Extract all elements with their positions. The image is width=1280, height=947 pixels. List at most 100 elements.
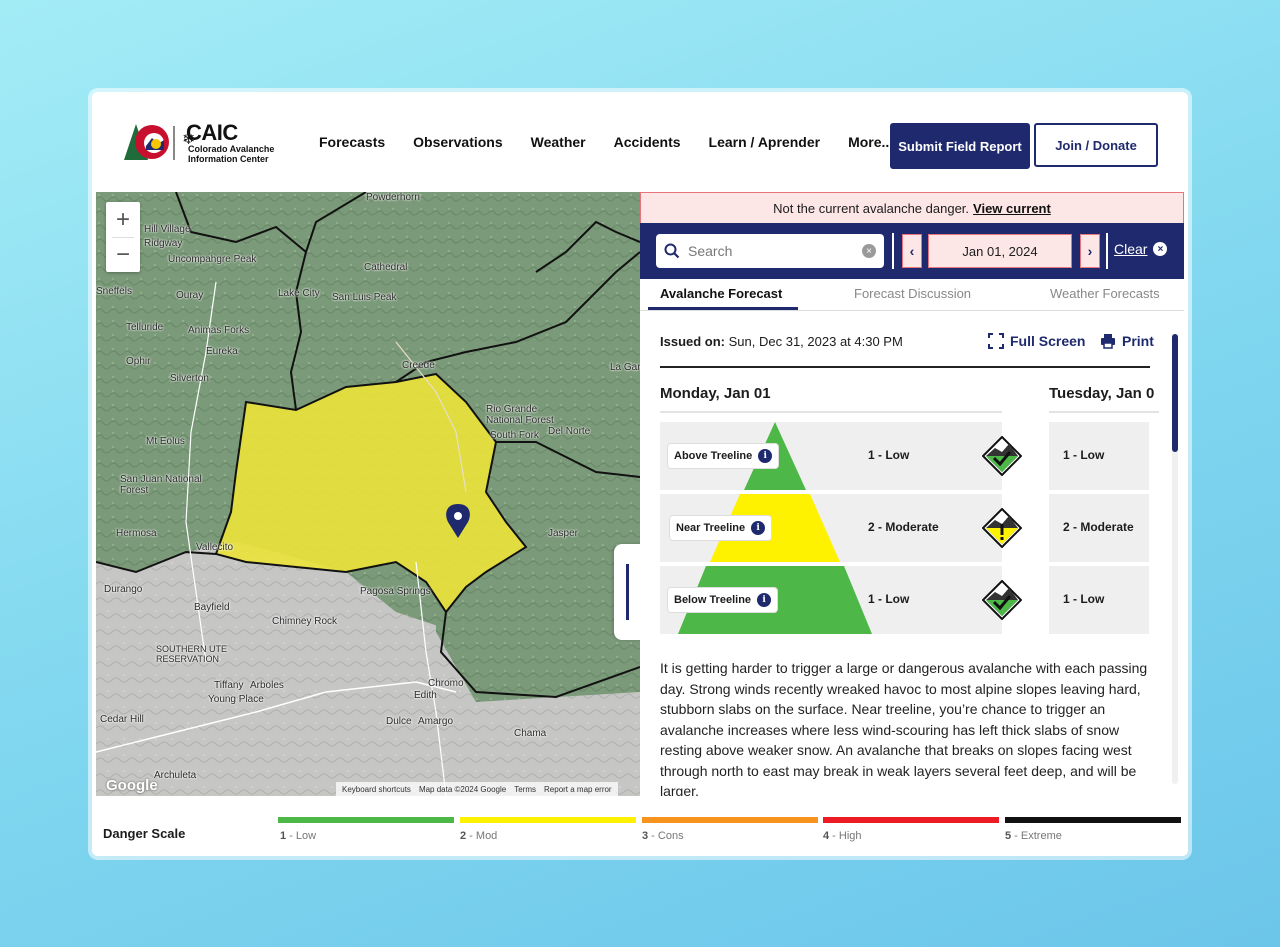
divider <box>660 411 1002 413</box>
tab-forecast-discussion[interactable]: Forecast Discussion <box>854 286 971 301</box>
map-label: Cedar Hill <box>100 714 144 725</box>
issued-value: Sun, Dec 31, 2023 at 4:30 PM <box>728 334 903 349</box>
map-label: Mt Eolus <box>146 436 185 447</box>
map-label: Cathedral <box>364 262 408 273</box>
map-label: Chimney Rock <box>272 616 338 627</box>
site-header: ❄ CAIC Colorado Avalanche Information Ce… <box>92 92 1188 192</box>
map-label: Powderhorn <box>366 192 420 203</box>
map-label: Rio Grande National Forest <box>486 404 554 426</box>
map-label: Sneffels <box>96 286 132 297</box>
nav-accidents[interactable]: Accidents <box>614 134 681 150</box>
forecast-map[interactable]: Powderhorn Ridgway Uncompahgre Peak Cath… <box>96 192 640 796</box>
search-input[interactable]: Search × <box>656 234 884 268</box>
app-frame: ❄ CAIC Colorado Avalanche Information Ce… <box>92 92 1188 856</box>
tab-weather-forecasts[interactable]: Weather Forecasts <box>1050 286 1160 301</box>
fullscreen-icon <box>988 333 1004 349</box>
scale-bar-considerable <box>642 817 818 823</box>
map-label: Animas Forks <box>188 325 250 336</box>
nav-forecasts[interactable]: Forecasts <box>319 134 385 150</box>
map-label: Tiffany <box>214 680 244 691</box>
brand-name: CAIC <box>186 120 238 145</box>
prev-date-button[interactable]: ‹ <box>902 234 922 268</box>
rating-day2-above: 1 - Low <box>1063 448 1105 462</box>
info-icon[interactable]: i <box>757 593 772 607</box>
scale-label-moderate: 2 - Mod <box>460 830 498 842</box>
full-screen-button[interactable]: Full Screen <box>988 333 1085 349</box>
scale-bar-moderate <box>460 817 636 823</box>
google-logo: Google <box>106 777 158 794</box>
map-label: Durango <box>104 584 143 595</box>
terms-link[interactable]: Terms <box>514 785 536 794</box>
active-tab-indicator <box>648 307 798 310</box>
map-zoom-control: + − <box>106 202 140 272</box>
map-label: Eureka <box>206 346 238 357</box>
date-picker[interactable]: Jan 01, 2024 <box>928 234 1072 268</box>
rating-day1-above: 1 - Low <box>868 448 910 462</box>
map-label: Chromo <box>428 678 464 689</box>
map-label: Hill Village <box>144 224 191 235</box>
elevation-text: Near Treeline <box>676 522 746 534</box>
clear-date-button[interactable]: Clear × <box>1114 241 1168 257</box>
elevation-label-above-treeline: Above Treeline i <box>668 444 779 468</box>
info-icon[interactable]: i <box>758 449 773 463</box>
map-label: Bayfield <box>194 602 230 613</box>
map-label: Edith <box>414 690 437 701</box>
day1-heading: Monday, Jan 01 <box>660 385 771 402</box>
print-button[interactable]: Print <box>1100 333 1154 349</box>
nav-learn[interactable]: Learn / Aprender <box>709 134 821 150</box>
map-label: Ridgway <box>144 238 183 249</box>
keyboard-shortcuts-link[interactable]: Keyboard shortcuts <box>342 785 411 794</box>
search-icon <box>664 243 680 259</box>
divider <box>1106 233 1108 269</box>
zoom-out-button[interactable]: − <box>106 237 140 272</box>
submit-field-report-button[interactable]: Submit Field Report <box>890 123 1030 169</box>
report-map-error-link[interactable]: Report a map error <box>544 785 612 794</box>
danger-scale: Danger Scale 1 - Low 2 - Mod 3 - Cons 4 … <box>92 796 1188 856</box>
join-donate-button[interactable]: Join / Donate <box>1034 123 1158 167</box>
map-label: Archuleta <box>154 770 197 781</box>
view-current-link[interactable]: View current <box>973 201 1051 216</box>
forecast-tabs: Avalanche Forecast Forecast Discussion W… <box>640 280 1184 311</box>
map-label: Southern Ute Reservation <box>156 644 228 664</box>
map-label: San Juan National Forest <box>120 474 202 496</box>
forecast-panel: Not the current avalanche danger. View c… <box>640 192 1184 796</box>
info-icon[interactable]: i <box>751 521 766 535</box>
divider <box>1049 411 1159 413</box>
zoom-in-button[interactable]: + <box>106 202 140 237</box>
map-label: Creede <box>402 360 435 371</box>
nav-weather[interactable]: Weather <box>531 134 586 150</box>
rating-day1-near: 2 - Moderate <box>868 520 939 534</box>
forecast-toolbar: Search × ‹ Jan 01, 2024 › Clear × <box>640 223 1184 279</box>
nav-observations[interactable]: Observations <box>413 134 502 150</box>
map-label: Del Norte <box>548 426 591 437</box>
map-label: Chama <box>514 728 547 739</box>
printer-icon <box>1101 334 1115 349</box>
rating-day2-below: 1 - Low <box>1063 592 1105 606</box>
map-data-text: Map data ©2024 Google <box>418 784 507 794</box>
map-label: Lake City <box>278 288 320 299</box>
scale-bar-low <box>278 817 454 823</box>
elevation-text: Above Treeline <box>674 450 753 462</box>
alert-text: Not the current avalanche danger. <box>773 200 970 216</box>
map-label: Jasper <box>548 528 579 539</box>
panel-collapse-handle[interactable] <box>614 544 640 640</box>
tab-avalanche-forecast[interactable]: Avalanche Forecast <box>660 286 782 301</box>
low-danger-check-icon <box>982 580 1022 620</box>
forecast-summary: It is getting harder to trigger a large … <box>660 660 1148 796</box>
rating-day2-near: 2 - Moderate <box>1063 520 1134 534</box>
map-label: Amargo <box>418 716 454 727</box>
brand-full-name: Colorado Avalanche Information Center <box>188 144 275 164</box>
map-label: Ouray <box>176 290 204 301</box>
nav-more[interactable]: More... <box>848 134 893 150</box>
map-label: Uncompahgre Peak <box>168 254 257 265</box>
issued-on: Issued on: Sun, Dec 31, 2023 at 4:30 PM <box>660 334 903 349</box>
rating-day1-below: 1 - Low <box>868 592 910 606</box>
divider <box>660 366 1150 368</box>
map-label: Telluride <box>126 322 164 333</box>
scrollbar-thumb[interactable] <box>1172 334 1178 452</box>
low-danger-check-icon <box>982 436 1022 476</box>
map-label: Arboles <box>250 680 284 691</box>
map-label: Dulce <box>386 716 412 727</box>
next-date-button[interactable]: › <box>1080 234 1100 268</box>
search-clear-icon[interactable]: × <box>862 244 876 258</box>
